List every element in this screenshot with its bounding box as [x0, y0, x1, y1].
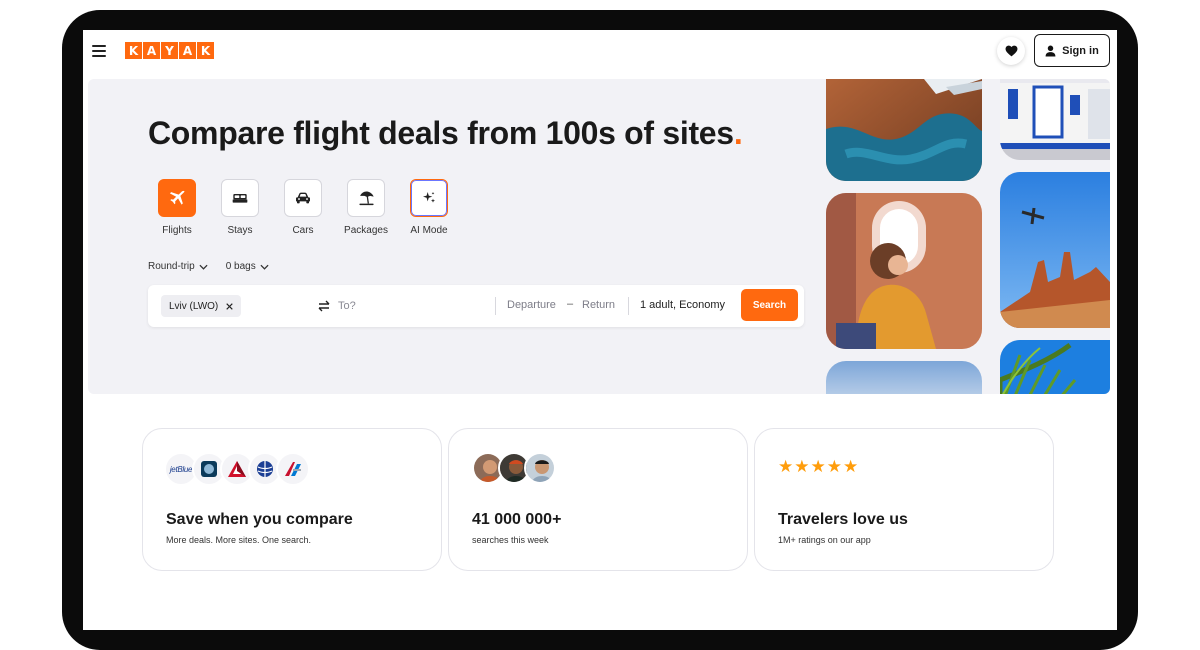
search-button[interactable]: Search	[741, 289, 798, 321]
logo-letter: A	[179, 42, 196, 59]
flights-tab-box	[158, 179, 196, 217]
flight-search-form: Lviv (LWO) Departure – Return 1 adult, E…	[148, 285, 804, 327]
trip-options: Round-trip 0 bags	[148, 261, 269, 272]
avatar	[524, 452, 556, 484]
american-logo	[276, 452, 310, 486]
card-subtitle: 1M+ ratings on our app	[778, 535, 871, 545]
tab-flights[interactable]: Flights	[158, 179, 196, 236]
sky-photo	[826, 361, 982, 394]
return-date-field[interactable]: Return	[582, 299, 615, 311]
bags-value: 0 bags	[225, 261, 256, 272]
tab-label: AI Mode	[410, 225, 448, 236]
tab-label: Stays	[227, 225, 253, 236]
logo-letter: K	[125, 42, 142, 59]
tab-cars[interactable]: Cars	[284, 179, 322, 236]
star-rating: ★★★★★	[778, 457, 860, 477]
ratings-card: ★★★★★ Travelers love us 1M+ ratings on o…	[754, 428, 1054, 571]
bags-dropdown[interactable]: 0 bags	[226, 261, 269, 272]
favorites-button[interactable]	[997, 37, 1025, 65]
page-title: Compare flight deals from 100s of sites.	[148, 115, 743, 151]
origin-value: Lviv (LWO)	[169, 300, 219, 312]
divider	[495, 297, 496, 315]
kayak-logo[interactable]: K A Y A K	[125, 42, 214, 59]
logo-letter: A	[143, 42, 160, 59]
white-house-photo	[1000, 79, 1110, 160]
date-separator: –	[567, 298, 574, 310]
canyon-aerial-photo	[826, 79, 982, 181]
browser-screen: K A Y A K Sign in Compare flight deals f…	[83, 30, 1117, 630]
divider	[628, 297, 629, 315]
tab-packages[interactable]: Packages	[344, 179, 388, 236]
trip-type-value: Round-trip	[148, 261, 195, 272]
close-icon[interactable]	[226, 302, 233, 310]
travelers-cabin-field[interactable]: 1 adult, Economy	[640, 299, 725, 311]
sign-in-button[interactable]: Sign in	[1034, 34, 1110, 67]
cars-tab-box	[284, 179, 322, 217]
chevron-down-icon	[199, 264, 208, 270]
headline-dot: .	[733, 115, 743, 151]
ai-mode-tab-box	[410, 179, 448, 217]
packages-tab-box	[347, 179, 385, 217]
heart-icon	[1005, 45, 1017, 57]
sparkle-icon	[423, 192, 435, 203]
tab-label: Flights	[162, 225, 192, 236]
card-title: Travelers love us	[778, 511, 908, 528]
vertical-tabs: Flights Stays Cars Packages AI Mode	[158, 179, 448, 236]
bed-icon	[232, 194, 248, 203]
airline-logos: jetBlue	[164, 452, 310, 486]
traveler-avatars	[472, 452, 556, 484]
card-subtitle: searches this week	[472, 535, 549, 545]
desert-plane-photo	[1000, 172, 1110, 328]
sign-in-label: Sign in	[1062, 44, 1099, 57]
searches-card: 41 000 000+ searches this week	[448, 428, 748, 571]
logo-letter: Y	[161, 42, 178, 59]
swap-icon[interactable]	[316, 298, 332, 314]
car-icon	[296, 192, 310, 204]
hamburger-icon[interactable]	[92, 45, 106, 57]
tab-ai-mode[interactable]: AI Mode	[410, 179, 448, 236]
tab-label: Packages	[344, 225, 388, 236]
destination-input[interactable]	[338, 296, 488, 316]
trip-type-dropdown[interactable]: Round-trip	[148, 261, 208, 272]
top-navigation: K A Y A K Sign in	[83, 30, 1117, 80]
plane-icon	[169, 190, 185, 205]
card-subtitle: More deals. More sites. One search.	[166, 535, 312, 545]
searches-count: 41 000 000+	[472, 511, 562, 528]
chevron-down-icon	[260, 264, 269, 270]
person-icon	[1045, 45, 1056, 56]
hero-section: Compare flight deals from 100s of sites.…	[88, 79, 1110, 394]
departure-date-field[interactable]: Departure	[507, 299, 556, 311]
palm-photo	[1000, 340, 1110, 394]
child-window-photo	[826, 193, 982, 349]
origin-chip[interactable]: Lviv (LWO)	[161, 295, 242, 317]
compare-card: jetBlue Save when you compare More deals…	[142, 428, 442, 571]
tab-stays[interactable]: Stays	[221, 179, 259, 236]
stays-tab-box	[221, 179, 259, 217]
beach-umbrella-icon	[358, 191, 374, 206]
logo-letter: K	[197, 42, 214, 59]
tab-label: Cars	[292, 225, 314, 236]
card-title: Save when you compare	[166, 511, 353, 528]
